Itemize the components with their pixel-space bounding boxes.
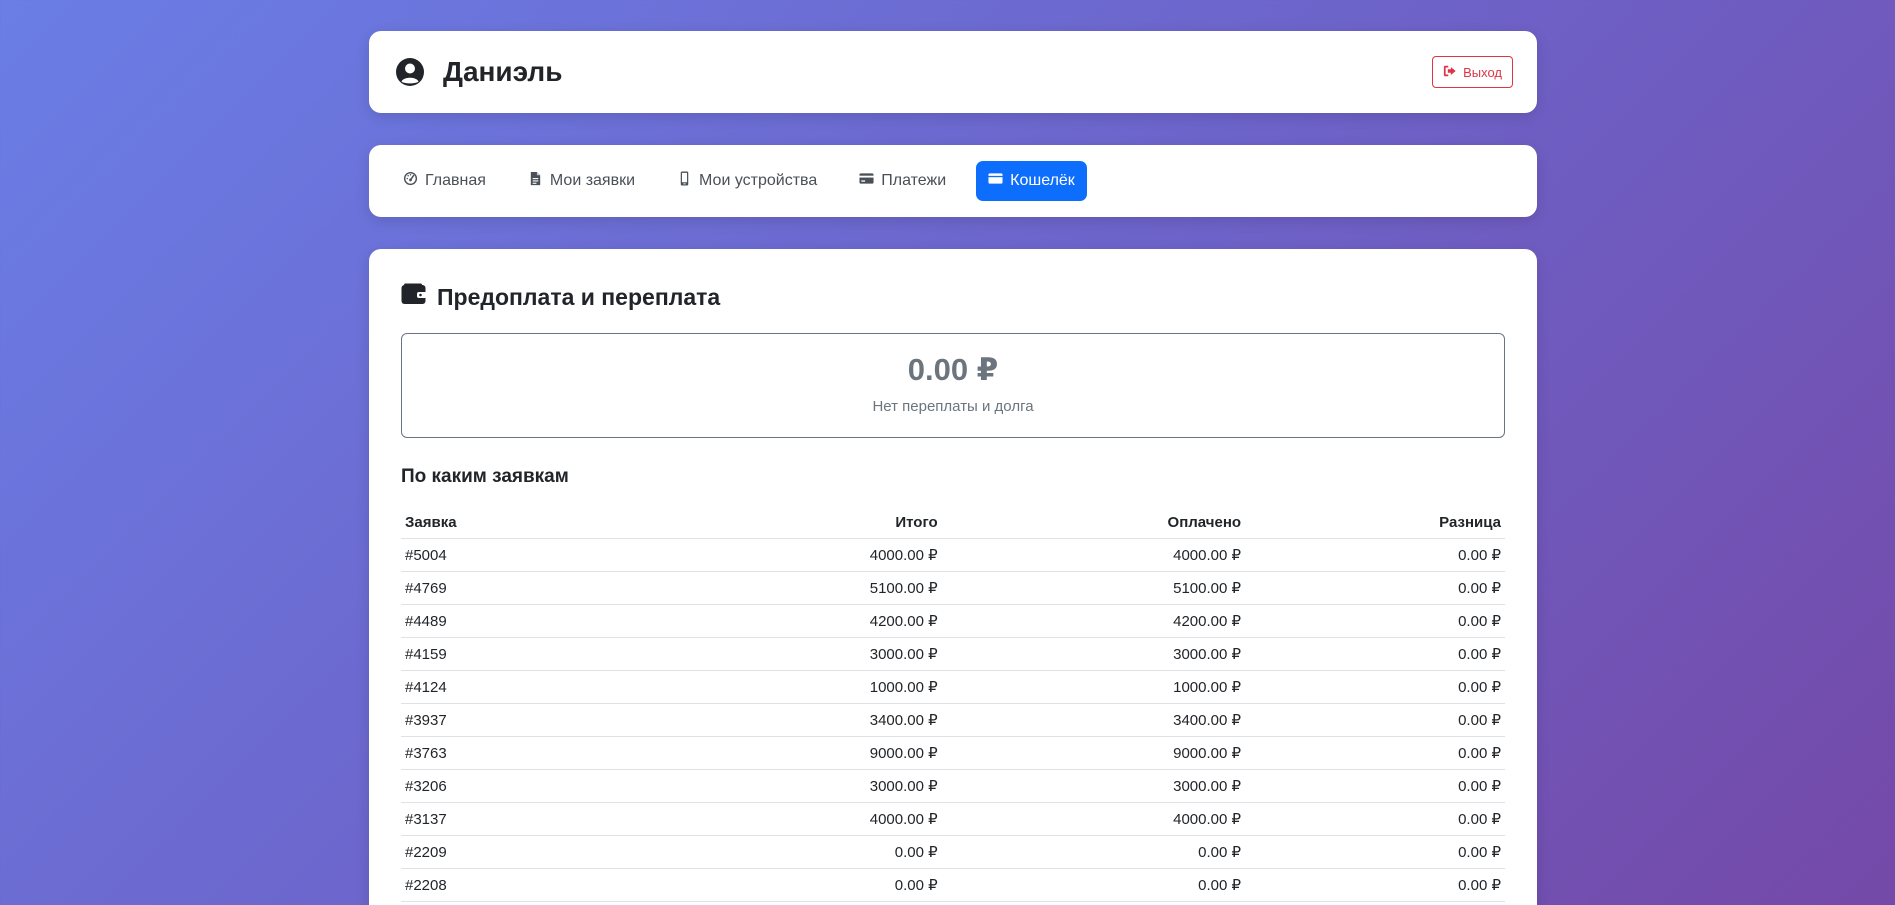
- wallet-card-icon: [988, 171, 1003, 191]
- cell-difference: 0.00 ₽: [1245, 736, 1505, 770]
- cell-paid: 4200.00 ₽: [941, 604, 1246, 638]
- cell-paid: 5100.00 ₽: [941, 571, 1246, 605]
- cell-difference: 0.00 ₽: [1245, 538, 1505, 572]
- table-header-row: Заявка Итого Оплачено Разница: [401, 506, 1505, 539]
- nav-bar: Главная Мои заявки Мои устройства Платеж…: [369, 145, 1537, 217]
- cell-paid: 4000.00 ₽: [941, 802, 1246, 836]
- credit-card-icon: [859, 171, 874, 191]
- cell-total: 3400.00 ₽: [659, 703, 942, 737]
- cell-difference: 0.00 ₽: [1245, 670, 1505, 704]
- table-body: #5004 4000.00 ₽4000.00 ₽0.00 ₽ #4769 5100.0…: [401, 538, 1505, 902]
- table-row: #4124 1000.00 ₽1000.00 ₽0.00 ₽: [401, 670, 1505, 704]
- cell-order: #4159: [401, 637, 659, 671]
- cell-total: 3000.00 ₽: [659, 637, 942, 671]
- cell-paid: 1000.00 ₽: [941, 670, 1246, 704]
- balance-amount: 0.00 ₽: [907, 352, 999, 387]
- cell-paid: 3000.00 ₽: [941, 769, 1246, 803]
- header-card: Даниэль Выход: [369, 31, 1537, 113]
- wallet-card: Предоплата и переплата 0.00 ₽ Нет перепл…: [369, 249, 1537, 905]
- table-row: #4769 5100.00 ₽5100.00 ₽0.00 ₽: [401, 571, 1505, 605]
- cell-order: #5004: [401, 538, 659, 572]
- dashboard-icon: [403, 171, 418, 191]
- nav-item-label: Платежи: [881, 172, 947, 189]
- cell-total: 9000.00 ₽: [659, 736, 942, 770]
- table-row: #3206 3000.00 ₽3000.00 ₽0.00 ₽: [401, 769, 1505, 803]
- wallet-icon: [401, 283, 427, 311]
- cell-total: 4000.00 ₽: [659, 802, 942, 836]
- user-name: Даниэль: [443, 56, 563, 87]
- table-row: #4159 3000.00 ₽3000.00 ₽0.00 ₽: [401, 637, 1505, 671]
- cell-difference: 0.00 ₽: [1245, 571, 1505, 605]
- user-circle-icon: [395, 57, 425, 87]
- cell-order: #2208: [401, 868, 659, 902]
- cell-total: 0.00 ₽: [659, 868, 942, 902]
- table-row: #4489 4200.00 ₽4200.00 ₽0.00 ₽: [401, 604, 1505, 638]
- nav-item-label: Мои устройства: [699, 172, 818, 189]
- orders-table: Заявка Итого Оплачено Разница #5004 4000.…: [401, 506, 1505, 902]
- cell-total: 4000.00 ₽: [659, 538, 942, 572]
- cell-difference: 0.00 ₽: [1245, 604, 1505, 638]
- cell-total: 4200.00 ₽: [659, 604, 942, 638]
- nav-item-label: Кошелёк: [1010, 172, 1075, 189]
- column-header-difference: Разница: [1245, 506, 1505, 539]
- table-row: #2208 0.00 ₽0.00 ₽0.00 ₽: [401, 868, 1505, 902]
- cell-order: #4489: [401, 604, 659, 638]
- section-title-text: Предоплата и переплата: [437, 283, 721, 310]
- table-row: #3937 3400.00 ₽3400.00 ₽0.00 ₽: [401, 703, 1505, 737]
- nav-item-my-orders[interactable]: Мои заявки: [516, 161, 647, 201]
- section-title: Предоплата и переплата: [401, 281, 1505, 313]
- cell-paid: 9000.00 ₽: [941, 736, 1246, 770]
- file-icon: [528, 171, 543, 191]
- cell-difference: 0.00 ₽: [1245, 703, 1505, 737]
- cell-order: #4769: [401, 571, 659, 605]
- logout-button[interactable]: Выход: [1432, 56, 1513, 88]
- mobile-icon: [677, 171, 692, 191]
- cell-total: 3000.00 ₽: [659, 769, 942, 803]
- cell-order: #3763: [401, 736, 659, 770]
- nav-item-payments[interactable]: Платежи: [847, 161, 958, 201]
- nav-item-my-devices[interactable]: Мои устройства: [665, 161, 829, 201]
- logout-label: Выход: [1463, 64, 1502, 80]
- cell-paid: 3400.00 ₽: [941, 703, 1246, 737]
- cell-order: #4124: [401, 670, 659, 704]
- cell-difference: 0.00 ₽: [1245, 637, 1505, 671]
- column-header-order: Заявка: [401, 506, 659, 539]
- balance-box: 0.00 ₽ Нет переплаты и долга: [401, 333, 1505, 438]
- cell-difference: 0.00 ₽: [1245, 868, 1505, 902]
- table-row: #2209 0.00 ₽0.00 ₽0.00 ₽: [401, 835, 1505, 869]
- nav-item-label: Мои заявки: [549, 172, 636, 189]
- nav-item-label: Главная: [425, 172, 486, 189]
- orders-subtitle: По каким заявкам: [401, 466, 569, 487]
- cell-order: #3937: [401, 703, 659, 737]
- nav-item-wallet[interactable]: Кошелёк: [976, 161, 1087, 201]
- nav-item-home[interactable]: Главная: [391, 161, 498, 201]
- table-row: #3137 4000.00 ₽4000.00 ₽0.00 ₽: [401, 802, 1505, 836]
- column-header-total: Итого: [659, 506, 942, 539]
- cell-total: 1000.00 ₽: [659, 670, 942, 704]
- cell-paid: 4000.00 ₽: [941, 538, 1246, 572]
- table-row: #3763 9000.00 ₽9000.00 ₽0.00 ₽: [401, 736, 1505, 770]
- cell-paid: 3000.00 ₽: [941, 637, 1246, 671]
- cell-total: 5100.00 ₽: [659, 571, 942, 605]
- cell-order: #3137: [401, 802, 659, 836]
- balance-status: Нет переплаты и долга: [872, 398, 1034, 415]
- cell-total: 0.00 ₽: [659, 835, 942, 869]
- cell-order: #3206: [401, 769, 659, 803]
- column-header-paid: Оплачено: [941, 506, 1246, 539]
- cell-difference: 0.00 ₽: [1245, 802, 1505, 836]
- cell-difference: 0.00 ₽: [1245, 835, 1505, 869]
- table-row: #5004 4000.00 ₽4000.00 ₽0.00 ₽: [401, 538, 1505, 572]
- cell-order: #2209: [401, 835, 659, 869]
- cell-difference: 0.00 ₽: [1245, 769, 1505, 803]
- cell-paid: 0.00 ₽: [941, 835, 1246, 869]
- cell-paid: 0.00 ₽: [941, 868, 1246, 902]
- sign-out-icon: [1443, 64, 1457, 81]
